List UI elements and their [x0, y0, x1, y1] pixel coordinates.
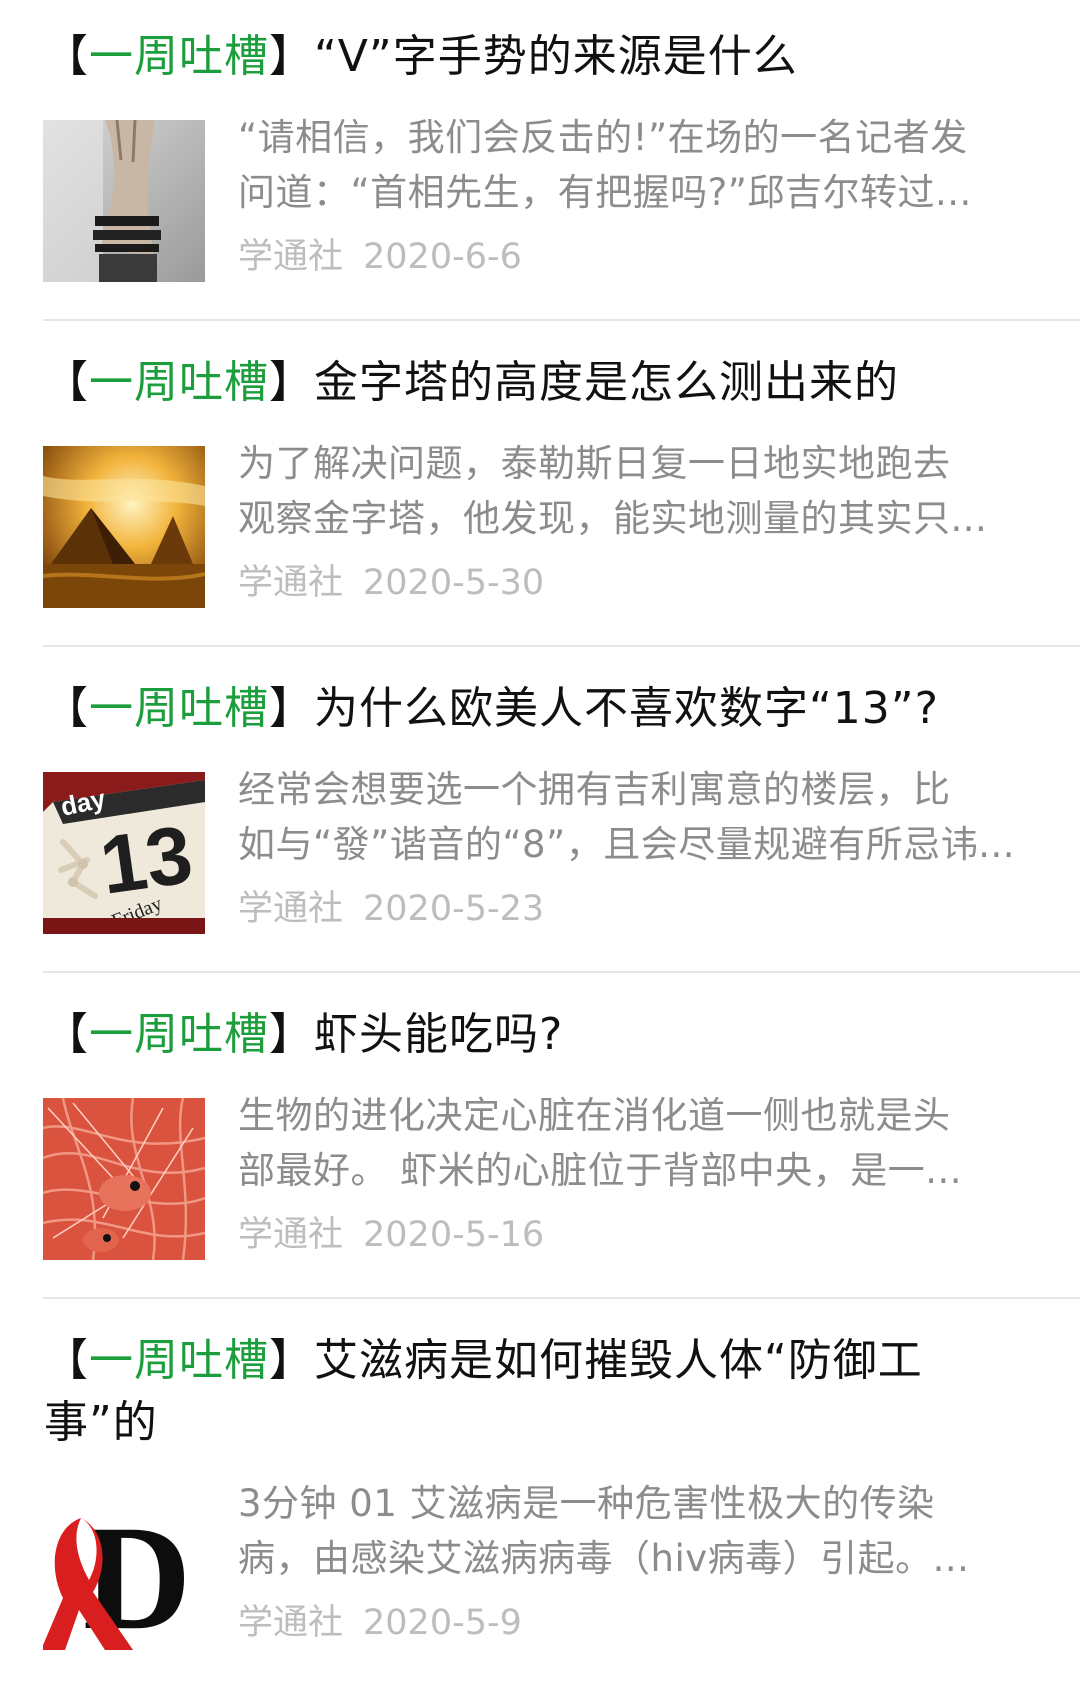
publish-date: 2020-5-16	[363, 1215, 545, 1255]
article-summary: 经常会想要选一个拥有吉利寓意的楼层，比 如与“發”谐音的“8”，且会尽量规避有所…	[238, 762, 1038, 872]
publish-date: 2020-6-6	[363, 237, 522, 277]
article-summary: 3分钟 01 艾滋病是一种危害性极大的传染 病，由感染艾滋病病毒（hiv病毒）引…	[238, 1476, 1038, 1586]
summary-line: 3分钟 01 艾滋病是一种危害性极大的传染	[238, 1482, 935, 1525]
article-title[interactable]: 【一周吐槽】为什么欧美人不喜欢数字“13”?	[44, 678, 1054, 740]
title-bracket-open: 【	[44, 1009, 89, 1060]
divider	[43, 1297, 1080, 1299]
article-meta: 学通社 2020-6-6	[238, 232, 522, 282]
title-bracket-close: 】	[269, 683, 314, 734]
divider	[43, 971, 1080, 973]
friday-13-calendar-image[interactable]: day 13 Friday	[43, 772, 205, 934]
article-title[interactable]: 【一周吐槽】“V”字手势的来源是什么	[44, 26, 1054, 88]
article-title[interactable]: 【一周吐槽】金字塔的高度是怎么测出来的	[44, 352, 1054, 414]
divider	[43, 319, 1080, 321]
title-tag: 一周吐槽	[89, 31, 269, 82]
article-meta: 学通社 2020-5-30	[238, 558, 544, 608]
title-bracket-close: 】	[269, 31, 314, 82]
article-meta: 学通社 2020-5-9	[238, 1598, 522, 1648]
title-text: 为什么欧美人不喜欢数字“13”?	[314, 683, 939, 734]
article-title[interactable]: 【一周吐槽】艾滋病是如何摧毁人体“防御工事”的	[44, 1330, 1024, 1454]
publish-date: 2020-5-9	[363, 1603, 522, 1643]
title-bracket-open: 【	[44, 31, 89, 82]
summary-line: 生物的进化决定心脏在消化道一侧也就是头	[238, 1094, 951, 1137]
title-bracket-open: 【	[44, 1335, 89, 1386]
source-label: 学通社	[238, 1603, 344, 1643]
summary-line: 病，由感染艾滋病病毒（hiv病毒）引起。...	[238, 1537, 970, 1580]
summary-line: 如与“發”谐音的“8”，且会尽量规避有所忌讳...	[238, 823, 1015, 866]
article-summary: 为了解决问题，泰勒斯日复一日地实地跑去 观察金字塔，他发现，能实地测量的其实只.…	[238, 436, 1038, 546]
pyramid-sunset-image[interactable]	[43, 446, 205, 608]
title-text: 金字塔的高度是怎么测出来的	[314, 357, 899, 408]
article-summary: 生物的进化决定心脏在消化道一侧也就是头 部最好。 虾米的心脏位于背部中央，是一.…	[238, 1088, 1038, 1198]
title-tag: 一周吐槽	[89, 683, 269, 734]
publish-date: 2020-5-23	[363, 889, 545, 929]
summary-line: 部最好。 虾米的心脏位于背部中央，是一...	[238, 1149, 963, 1192]
summary-line: 问道：“首相先生，有把握吗?”邱吉尔转过...	[238, 171, 972, 214]
title-bracket-close: 】	[269, 1009, 314, 1060]
publish-date: 2020-5-30	[363, 563, 545, 603]
source-label: 学通社	[238, 889, 344, 929]
summary-line: 经常会想要选一个拥有吉利寓意的楼层，比	[238, 768, 951, 811]
v-sign-hand-image[interactable]	[43, 120, 205, 282]
title-bracket-open: 【	[44, 357, 89, 408]
divider	[43, 645, 1080, 647]
source-label: 学通社	[238, 237, 344, 277]
summary-line: 观察金字塔，他发现，能实地测量的其实只...	[238, 497, 988, 540]
title-text: “V”字手势的来源是什么	[314, 31, 798, 82]
article-summary: “请相信，我们会反击的!”在场的一名记者发 问道：“首相先生，有把握吗?”邱吉尔…	[238, 110, 1038, 220]
red-ribbon-d-image[interactable]: D	[43, 1488, 205, 1650]
title-tag: 一周吐槽	[89, 1335, 269, 1386]
article-meta: 学通社 2020-5-16	[238, 1210, 544, 1260]
title-bracket-open: 【	[44, 683, 89, 734]
shrimp-image[interactable]	[43, 1098, 205, 1260]
title-tag: 一周吐槽	[89, 1009, 269, 1060]
source-label: 学通社	[238, 563, 344, 603]
title-bracket-close: 】	[269, 1335, 314, 1386]
article-meta: 学通社 2020-5-23	[238, 884, 544, 934]
title-text: 虾头能吃吗?	[314, 1009, 564, 1060]
source-label: 学通社	[238, 1215, 344, 1255]
title-tag: 一周吐槽	[89, 357, 269, 408]
title-bracket-close: 】	[269, 357, 314, 408]
summary-line: 为了解决问题，泰勒斯日复一日地实地跑去	[238, 442, 951, 485]
article-title[interactable]: 【一周吐槽】虾头能吃吗?	[44, 1004, 1054, 1066]
summary-line: “请相信，我们会反击的!”在场的一名记者发	[238, 116, 968, 159]
